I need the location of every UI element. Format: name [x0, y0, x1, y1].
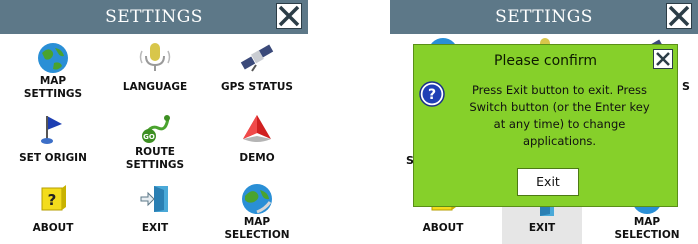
- map-selection-label: MAP SELECTION: [224, 216, 290, 241]
- map-selection-label: MAP SELECTION: [614, 216, 680, 241]
- about-label: ABOUT: [32, 222, 74, 234]
- language-label: LANGUAGE: [122, 81, 188, 93]
- title-bar: SETTINGS: [390, 0, 698, 34]
- map-settings-label: MAP SETTINGS: [23, 75, 83, 100]
- settings-screen-left: SETTINGS MAP SETTINGS LANGUAGE GPS STATU…: [0, 0, 308, 244]
- close-icon: [656, 52, 670, 66]
- route-settings-button[interactable]: GO ROUTE SETTINGS: [104, 106, 206, 176]
- demo-label: DEMO: [239, 152, 275, 164]
- map-selection-button[interactable]: MAP SELECTION: [206, 176, 308, 244]
- set-origin-button[interactable]: SET ORIGIN: [2, 106, 104, 176]
- svg-text:?: ?: [48, 191, 57, 209]
- route-icon: GO: [142, 115, 170, 143]
- flag-icon: [41, 116, 62, 144]
- about-label: ABOUT: [422, 222, 464, 234]
- map-settings-button[interactable]: MAP SETTINGS: [2, 35, 104, 105]
- screen-title: SETTINGS: [105, 7, 203, 27]
- dialog-message: Press Exit button to exit. Press Switch …: [469, 83, 650, 148]
- dialog-exit-button[interactable]: Exit: [517, 168, 579, 196]
- close-icon: [278, 5, 300, 27]
- exit-button[interactable]: EXIT: [104, 176, 206, 244]
- confirm-dialog: Please confirm ? Press Exit button to ex…: [413, 44, 678, 207]
- about-button[interactable]: ? ABOUT: [2, 176, 104, 244]
- title-bar: SETTINGS: [0, 0, 308, 34]
- svg-text:GO: GO: [143, 133, 155, 141]
- close-icon: [668, 5, 690, 27]
- close-button[interactable]: [666, 3, 692, 29]
- dialog-title: Please confirm: [494, 53, 597, 69]
- globe-map-icon: [242, 184, 272, 214]
- settings-screen-right: SETTINGS S S ABOUT EXIT MAP SELECTION Pl…: [390, 0, 698, 244]
- gps-status-button[interactable]: GPS STATUS: [206, 35, 308, 105]
- globe-icon: [38, 43, 68, 73]
- question-box-icon: ?: [41, 185, 66, 211]
- microphone-icon: [139, 43, 171, 71]
- set-origin-label: SET ORIGIN: [19, 152, 87, 164]
- exit-door-icon: [140, 186, 168, 212]
- exit-label: EXIT: [528, 222, 556, 234]
- svg-text:?: ?: [428, 87, 436, 103]
- close-button[interactable]: [276, 3, 302, 29]
- question-icon: ?: [419, 81, 445, 107]
- gps-status-label: GPS STATUS: [220, 81, 293, 93]
- language-button[interactable]: LANGUAGE: [104, 35, 206, 105]
- demo-button[interactable]: DEMO: [206, 106, 308, 176]
- screen-title: SETTINGS: [495, 7, 593, 27]
- route-settings-label: ROUTE SETTINGS: [125, 146, 185, 171]
- partial-label: S: [682, 80, 690, 93]
- arrow-logo-icon: [243, 115, 271, 142]
- satellite-icon: [240, 44, 274, 72]
- dialog-close-button[interactable]: [653, 49, 673, 69]
- exit-label: EXIT: [141, 222, 169, 234]
